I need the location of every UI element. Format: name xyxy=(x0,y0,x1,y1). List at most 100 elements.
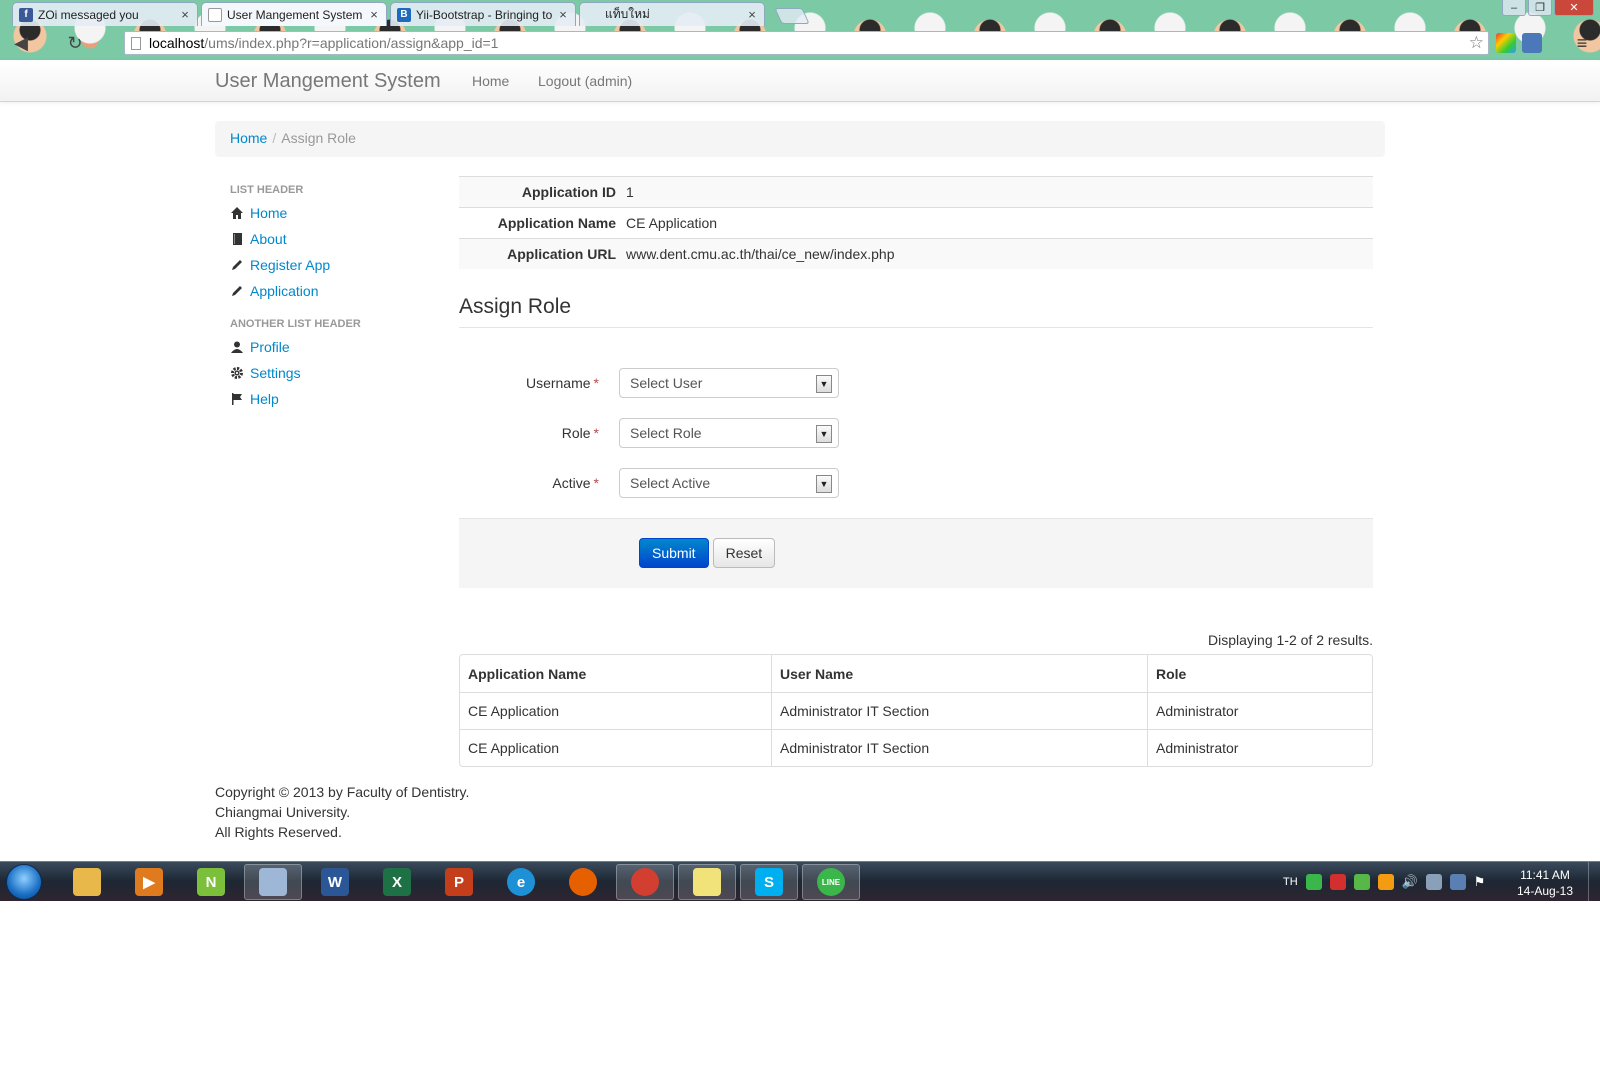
taskbar-button-chrome[interactable] xyxy=(616,864,674,900)
required-mark: * xyxy=(593,375,599,391)
detail-value: www.dent.cmu.ac.th/thai/ce_new/index.php xyxy=(624,238,1373,269)
minimize-icon[interactable]: – xyxy=(1502,0,1526,16)
powerpoint-icon: P xyxy=(445,868,473,896)
network-icon[interactable] xyxy=(1425,874,1442,890)
reload-icon[interactable]: ↻ xyxy=(62,31,88,55)
tab-title: User Mangement System xyxy=(227,7,363,22)
column-header-user-name[interactable]: User Name xyxy=(771,655,1147,692)
chevron-down-icon: ▼ xyxy=(816,425,832,443)
restore-icon[interactable]: ❐ xyxy=(1528,0,1552,16)
sidebar: LIST HEADER Home About Register App Appl… xyxy=(230,180,430,412)
sidebar-item-help[interactable]: Help xyxy=(230,386,430,412)
line-tray-icon[interactable] xyxy=(1305,874,1322,890)
flag-icon xyxy=(230,392,244,406)
role-label: Role * xyxy=(459,425,619,441)
table-cell: CE Application xyxy=(460,692,771,729)
address-bar[interactable]: localhost /ums/index.php?r=application/a… xyxy=(124,31,1489,55)
acrobat-tray-icon[interactable] xyxy=(1329,874,1346,890)
url-path: /ums/index.php?r=application/assign&app_… xyxy=(204,35,499,51)
sidebar-item-about[interactable]: About xyxy=(230,226,430,252)
role-select[interactable]: Select Role ▼ xyxy=(619,418,839,448)
chrome-icon xyxy=(631,868,659,896)
tab-user-management[interactable]: User Mangement System × xyxy=(201,2,387,26)
column-header-role[interactable]: Role xyxy=(1147,655,1372,692)
excel-icon: X xyxy=(383,868,411,896)
tab-facebook[interactable]: f ZOi messaged you × xyxy=(12,2,198,26)
taskbar-button-notepad-plus[interactable]: N xyxy=(182,864,240,900)
taskbar-button-excel[interactable]: X xyxy=(368,864,426,900)
chevron-down-icon: ▼ xyxy=(816,475,832,493)
taskbar-button-powerpoint[interactable]: P xyxy=(430,864,488,900)
reset-button[interactable]: Reset xyxy=(712,538,776,568)
taskbar-button-sticky-notes[interactable] xyxy=(678,864,736,900)
sticky-notes-icon xyxy=(693,868,721,896)
taskbar-button-line[interactable]: LINE xyxy=(802,864,860,900)
detail-value: CE Application xyxy=(624,207,1373,239)
another-list-header: ANOTHER LIST HEADER xyxy=(230,318,361,330)
bookmark-star-icon[interactable]: ☆ xyxy=(1469,33,1484,53)
tab-new[interactable]: แท็บใหม่ × xyxy=(579,2,765,26)
active-select-value: Select Active xyxy=(630,475,711,491)
taskbar-button-internet-explorer[interactable]: e xyxy=(492,864,550,900)
column-header-application-name[interactable]: Application Name xyxy=(460,655,771,692)
sidebar-item-register-app[interactable]: Register App xyxy=(230,252,430,278)
word-icon: W xyxy=(321,868,349,896)
sidebar-item-profile[interactable]: Profile xyxy=(230,334,430,360)
breadcrumb-home[interactable]: Home xyxy=(230,130,267,146)
chat-tray-icon[interactable] xyxy=(1353,874,1370,890)
nav-home-link[interactable]: Home xyxy=(472,73,509,89)
close-icon[interactable]: × xyxy=(368,7,380,22)
taskbar-button-virtualbox[interactable] xyxy=(244,864,302,900)
close-icon[interactable]: × xyxy=(179,7,191,22)
username-select-value: Select User xyxy=(630,375,703,391)
page-icon xyxy=(131,36,141,50)
close-window-icon[interactable]: ✕ xyxy=(1554,0,1594,16)
footer-university: Chiangmai University. xyxy=(215,804,351,820)
active-select[interactable]: Select Active ▼ xyxy=(619,468,839,498)
submit-button[interactable]: Submit xyxy=(639,538,709,568)
taskbar-button-media-player[interactable]: ▶ xyxy=(120,864,178,900)
table-row[interactable]: CE Application Administrator IT Section … xyxy=(460,729,1372,766)
browser-chrome: f ZOi messaged you × User Mangement Syst… xyxy=(0,0,1600,60)
footer-rights: All Rights Reserved. xyxy=(215,824,342,840)
breadcrumb-separator: / xyxy=(272,130,277,146)
username-select[interactable]: Select User ▼ xyxy=(619,368,839,398)
language-indicator[interactable]: TH xyxy=(1283,876,1298,888)
main-content: Application ID 1 Application Name CE App… xyxy=(459,176,1373,767)
table-cell: CE Application xyxy=(460,729,771,766)
taskbar-button-explorer[interactable] xyxy=(58,864,116,900)
sidebar-item-label: Application xyxy=(250,283,319,299)
detail-row: Application ID 1 xyxy=(459,176,1373,208)
new-tab-button[interactable] xyxy=(774,8,810,24)
volume-icon[interactable]: 🔊 xyxy=(1402,874,1418,890)
taskbar-button-skype[interactable]: S xyxy=(740,864,798,900)
brand[interactable]: User Mangement System xyxy=(215,70,441,93)
page-icon xyxy=(208,7,222,22)
table-row[interactable]: CE Application Administrator IT Section … xyxy=(460,692,1372,729)
update-tray-icon[interactable] xyxy=(1377,874,1394,890)
clock[interactable]: 11:41 AM 14-Aug-13 xyxy=(1505,867,1585,899)
user-icon xyxy=(230,340,244,354)
taskbar-button-word[interactable]: W xyxy=(306,864,364,900)
top-navbar: User Mangement System Home Logout (admin… xyxy=(0,60,1600,102)
mail-icon[interactable] xyxy=(1522,33,1542,53)
wrench-menu-icon[interactable]: ≡ xyxy=(1572,33,1592,53)
breadcrumb-current: Assign Role xyxy=(281,130,356,146)
sidebar-item-home[interactable]: Home xyxy=(230,200,430,226)
sidebar-item-application[interactable]: Application xyxy=(230,278,430,304)
action-center-flag-icon[interactable]: ⚑ xyxy=(1474,874,1490,890)
display-tray-icon[interactable] xyxy=(1449,874,1466,890)
show-desktop-button[interactable] xyxy=(1588,862,1600,902)
sidebar-item-settings[interactable]: Settings xyxy=(230,360,430,386)
blank-icon xyxy=(586,8,600,22)
grid-header-row: Application Name User Name Role xyxy=(460,655,1372,692)
start-button[interactable] xyxy=(6,864,42,900)
back-icon[interactable]: ◀ xyxy=(8,31,34,55)
extension-icon[interactable] xyxy=(1496,33,1516,53)
tab-yii-bootstrap[interactable]: B Yii-Bootstrap - Bringing to × xyxy=(390,2,576,26)
nav-logout-link[interactable]: Logout (admin) xyxy=(538,73,632,89)
close-icon[interactable]: × xyxy=(557,7,569,22)
taskbar-button-firefox[interactable] xyxy=(554,864,612,900)
close-icon[interactable]: × xyxy=(746,7,758,22)
